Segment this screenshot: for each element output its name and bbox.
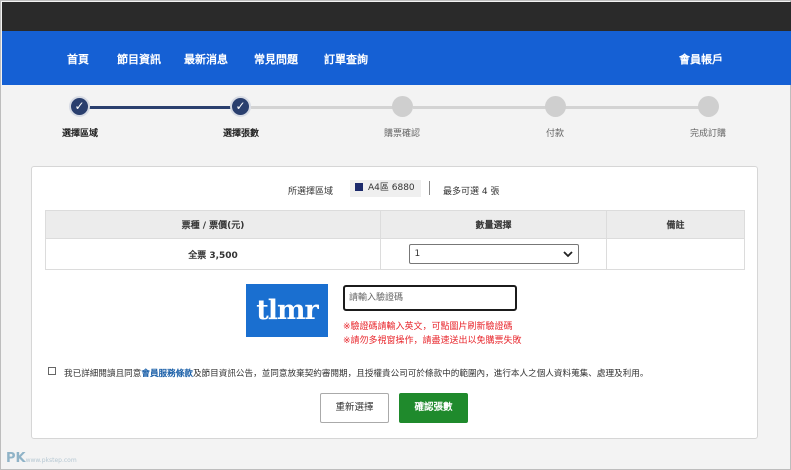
member-terms-link[interactable]: 會員服務條款 xyxy=(141,369,193,379)
ticket-selection-card: 所選擇區域 A4區 6880 最多可選 4 張 票種 / 票價(元) 數量選擇 … xyxy=(31,166,758,439)
quantity-cell: 1 xyxy=(380,238,607,270)
captcha-warning-1: ※驗證碼請輸入英文，可點圖片刷新驗證碼 xyxy=(343,322,513,332)
step-3-label: 購票確認 xyxy=(383,129,421,139)
step-3-circle xyxy=(392,96,413,117)
step-5-label: 完成訂購 xyxy=(689,129,727,139)
max-tickets-label: 最多可選 4 張 xyxy=(443,187,500,197)
step-4-label: 付款 xyxy=(545,129,565,139)
agreement-checkbox[interactable] xyxy=(48,367,56,375)
step-4-circle xyxy=(545,96,566,117)
nav-faq[interactable]: 常見問題 xyxy=(254,51,298,67)
note-cell xyxy=(606,238,745,270)
reset-button[interactable]: 重新選擇 xyxy=(320,393,389,423)
top-bar xyxy=(2,2,791,31)
chevron-down-icon xyxy=(562,245,573,270)
header-quantity: 數量選擇 xyxy=(380,210,607,239)
step-connector-3 xyxy=(413,106,547,109)
step-2-circle: ✓ xyxy=(230,96,251,117)
header-note: 備註 xyxy=(606,210,745,239)
step-5-circle xyxy=(698,96,719,117)
step-1-circle: ✓ xyxy=(69,96,90,117)
watermark-logo: PKwww.pkstep.com xyxy=(6,451,77,466)
page-frame: 首頁 節目資訊 最新消息 常見問題 訂單查詢 會員帳戶 ✓ ✓ 選擇區域 選擇張… xyxy=(0,0,791,470)
header-ticket-type: 票種 / 票價(元) xyxy=(45,210,381,239)
ticket-type-price: 全票 3,500 xyxy=(45,238,381,270)
captcha-image[interactable]: tlmr xyxy=(246,284,328,337)
ticket-table: 票種 / 票價(元) 數量選擇 備註 全票 3,500 1 xyxy=(45,210,745,270)
agreement-prefix: 我已詳細閱讀且同意 xyxy=(64,369,142,379)
step-2-label: 選擇張數 xyxy=(222,129,260,139)
selected-area-chip: A4區 6880 xyxy=(350,180,421,197)
nav-home[interactable]: 首頁 xyxy=(67,51,89,67)
watermark-main: PK xyxy=(6,451,26,466)
confirm-quantity-button[interactable]: 確認張數 xyxy=(399,393,468,423)
ticket-table-header: 票種 / 票價(元) 數量選擇 備註 xyxy=(45,210,745,239)
nav-order-query[interactable]: 訂單查詢 xyxy=(324,51,368,67)
captcha-warning-2: ※請勿多視窗操作，請盡速送出以免購票失敗 xyxy=(343,336,522,346)
agreement-text: 我已詳細閱讀且同意會員服務條款及節目資訊公告，並同意放棄契約審閱期，且授權貴公司… xyxy=(64,367,648,379)
step-connector-2 xyxy=(251,106,393,109)
captcha-input[interactable] xyxy=(343,285,517,311)
nav-latest-news[interactable]: 最新消息 xyxy=(184,51,228,67)
quantity-select[interactable]: 1 xyxy=(408,244,579,264)
area-color-swatch xyxy=(355,183,363,191)
quantity-selected-value: 1 xyxy=(414,249,421,259)
area-divider xyxy=(429,181,430,195)
selected-area-label: 所選擇區域 xyxy=(288,187,334,197)
agreement-suffix: 及節目資訊公告，並同意放棄契約審閱期，且授權貴公司可於條款中的範圍內，進行本人之… xyxy=(192,369,649,379)
step-connector-4 xyxy=(565,106,701,109)
table-row: 全票 3,500 1 xyxy=(45,238,745,270)
step-connector-1 xyxy=(89,106,231,109)
watermark-sub: www.pkstep.com xyxy=(25,457,77,464)
nav-member-account[interactable]: 會員帳戶 xyxy=(679,51,723,67)
selected-area-value: A4區 6880 xyxy=(368,183,415,193)
main-navbar: 首頁 節目資訊 最新消息 常見問題 訂單查詢 會員帳戶 xyxy=(2,31,791,85)
nav-program-info[interactable]: 節目資訊 xyxy=(117,51,161,67)
step-1-label: 選擇區域 xyxy=(61,129,99,139)
